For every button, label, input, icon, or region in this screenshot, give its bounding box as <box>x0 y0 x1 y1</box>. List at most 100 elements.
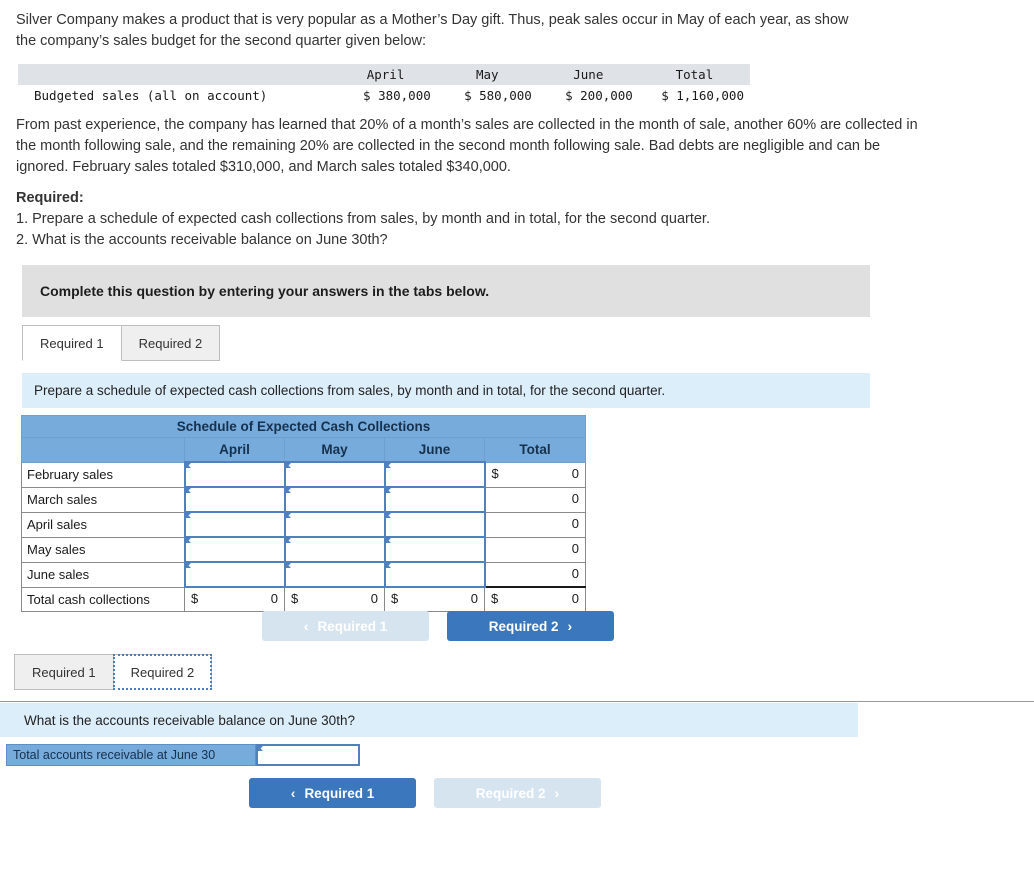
input-april-may[interactable] <box>283 511 386 538</box>
input-march-april[interactable] <box>183 486 286 513</box>
total-may: 0 <box>483 536 587 563</box>
nav-prev-label: Required 1 <box>317 618 388 634</box>
budget-value-may: $ 580,000 <box>464 88 532 103</box>
nav-prev-label: Required 1 <box>304 785 375 801</box>
problem-intro: Silver Company makes a product that is v… <box>16 12 849 49</box>
input-march-june[interactable] <box>383 486 486 513</box>
required-item-2: 2. What is the accounts receivable balan… <box>16 232 388 248</box>
schedule-row-label-may: May sales <box>21 536 185 563</box>
budget-row-label: Budgeted sales (all on account) <box>34 88 268 103</box>
total-april: 0 <box>483 511 587 538</box>
prompt-required-2: What is the accounts receivable balance … <box>0 703 858 737</box>
schedule-title: Schedule of Expected Cash Collections <box>20 415 587 438</box>
currency-symbol: $ <box>391 591 399 606</box>
required-block: Required: 1. Prepare a schedule of expec… <box>16 188 916 251</box>
tab-required-2-bottom[interactable]: Required 2 <box>112 654 213 690</box>
input-may-may[interactable] <box>283 536 386 563</box>
schedule-col-june: June <box>384 437 485 463</box>
total-march: 0 <box>483 486 587 513</box>
budget-value-total: $ 1,160,000 <box>661 88 744 103</box>
nav-next-required-2-bottom[interactable]: Required 2 › <box>434 778 601 808</box>
currency-symbol: $ <box>291 591 299 606</box>
budget-header-total: Total <box>638 64 750 85</box>
accounts-receivable-row: Total accounts receivable at June 30 <box>6 744 360 766</box>
tab-required-1-top[interactable]: Required 1 <box>22 325 122 361</box>
schedule-row-label-february: February sales <box>21 461 185 488</box>
input-june-may[interactable] <box>283 561 386 588</box>
input-june-april[interactable] <box>183 561 286 588</box>
input-april-april[interactable] <box>183 511 286 538</box>
total-value: 0 <box>571 465 580 481</box>
currency-symbol: $ <box>491 591 499 606</box>
tab-required-2-top[interactable]: Required 2 <box>120 325 221 361</box>
budget-header-may: May <box>436 64 538 85</box>
table-row: April sales 0 <box>21 511 587 538</box>
chevron-left-icon: ‹ <box>290 785 296 801</box>
total-cash-total: $ 0 <box>483 586 587 612</box>
budget-header-june: June <box>537 64 639 85</box>
input-march-may[interactable] <box>283 486 386 513</box>
tabstrip-bottom: Required 1 Required 2 <box>14 654 213 690</box>
schedule-row-label-april: April sales <box>21 511 185 538</box>
total-value: 0 <box>370 591 378 606</box>
total-value: 0 <box>571 490 580 506</box>
required-heading: Required: <box>16 190 84 206</box>
tab-separator-rule <box>0 701 1034 702</box>
tabstrip-top: Required 1 Required 2 <box>22 325 221 361</box>
budgeted-sales-table: April May June Total Budgeted sales (all… <box>18 64 750 106</box>
chevron-right-icon: › <box>567 618 573 634</box>
schedule-col-blank <box>21 437 185 463</box>
schedule-col-april: April <box>184 437 285 463</box>
nav-next-label: Required 2 <box>488 618 559 634</box>
required-item-1: 1. Prepare a schedule of expected cash c… <box>16 211 710 227</box>
tab-required-1-bottom[interactable]: Required 1 <box>14 654 114 690</box>
total-value: 0 <box>571 515 580 531</box>
chevron-left-icon: ‹ <box>303 618 309 634</box>
schedule-row-label-march: March sales <box>21 486 185 513</box>
accounts-receivable-label: Total accounts receivable at June 30 <box>6 744 256 766</box>
nav-next-required-2-top[interactable]: Required 2 › <box>447 611 614 641</box>
total-value: 0 <box>270 591 278 606</box>
currency-symbol: $ <box>191 591 199 606</box>
schedule-col-total: Total <box>483 437 587 463</box>
budget-header-row: April May June Total <box>18 64 750 85</box>
total-value: 0 <box>571 540 580 556</box>
input-june-june[interactable] <box>383 561 486 588</box>
schedule-table: Schedule of Expected Cash Collections Ap… <box>20 415 587 612</box>
total-value: 0 <box>571 591 580 606</box>
total-cash-may: $ 0 <box>284 586 385 612</box>
problem-paragraph: From past experience, the company has le… <box>16 117 918 175</box>
table-row-total: Total cash collections $ 0 $ 0 $ 0 $ 0 <box>21 586 587 612</box>
total-february: $ 0 <box>483 461 587 488</box>
schedule-col-may: May <box>284 437 385 463</box>
nav-next-label: Required 2 <box>475 785 546 801</box>
budget-header-april: April <box>334 64 437 85</box>
total-cash-june: $ 0 <box>384 586 485 612</box>
prompt-required-1: Prepare a schedule of expected cash coll… <box>22 373 870 408</box>
schedule-title-row: Schedule of Expected Cash Collections <box>20 415 587 438</box>
nav-prev-required-1-top[interactable]: ‹ Required 1 <box>262 611 429 641</box>
chevron-right-icon: › <box>554 785 560 801</box>
schedule-row-label-june: June sales <box>21 561 185 588</box>
total-value: 0 <box>571 565 580 581</box>
total-june: 0 <box>483 561 587 588</box>
total-value: 0 <box>470 591 478 606</box>
input-may-april[interactable] <box>183 536 286 563</box>
table-row: March sales 0 <box>21 486 587 513</box>
input-february-april[interactable] <box>183 461 286 488</box>
table-row: May sales 0 <box>21 536 587 563</box>
input-april-june[interactable] <box>383 511 486 538</box>
nav-prev-required-1-bottom[interactable]: ‹ Required 1 <box>249 778 416 808</box>
input-may-june[interactable] <box>383 536 486 563</box>
input-february-june[interactable] <box>383 461 486 488</box>
currency-symbol: $ <box>491 465 499 481</box>
table-row: February sales $ 0 <box>21 461 587 488</box>
budget-value-april: $ 380,000 <box>363 88 431 103</box>
schedule-total-label: Total cash collections <box>21 586 185 612</box>
input-february-may[interactable] <box>283 461 386 488</box>
instruction-banner: Complete this question by entering your … <box>22 265 870 317</box>
budget-header-blank <box>18 64 335 85</box>
budget-value-june: $ 200,000 <box>565 88 633 103</box>
accounts-receivable-input[interactable] <box>256 744 360 766</box>
schedule-column-header-row: April May June Total <box>21 437 587 463</box>
